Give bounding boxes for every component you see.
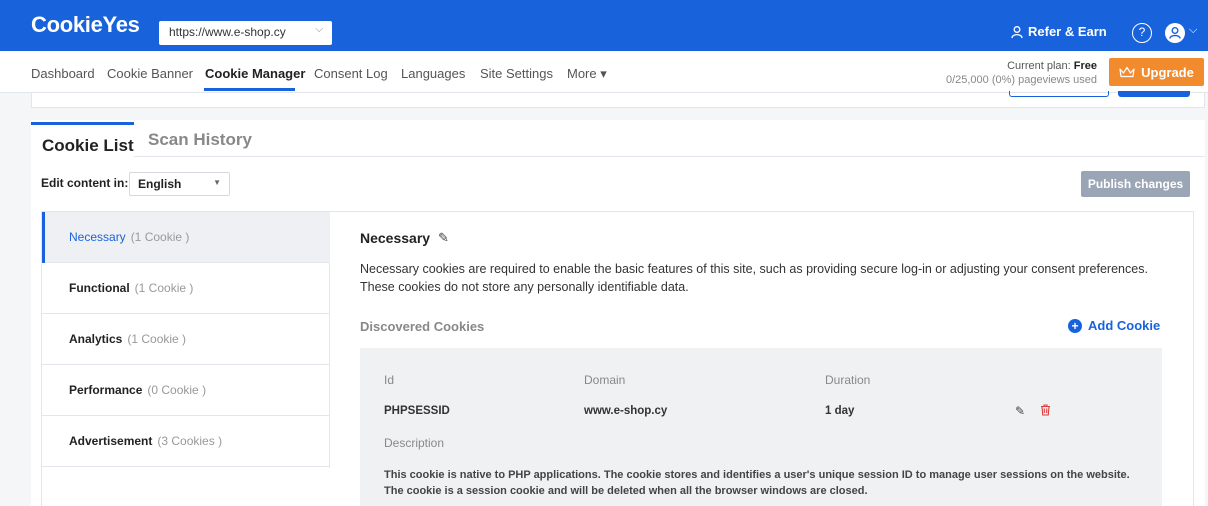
language-select[interactable]: English ▼ [129, 172, 230, 196]
header-domain: Domain [584, 373, 626, 387]
main-nav: Dashboard Cookie Banner Cookie Manager C… [0, 51, 1208, 93]
site-url: https://www.e-shop.cy [169, 25, 286, 39]
top-bar: CookieYes https://www.e-shop.cy ⌵ Refer … [0, 0, 1208, 51]
nav-cookie-banner[interactable]: Cookie Banner [107, 66, 193, 81]
category-count: (1 Cookie ) [130, 230, 190, 244]
refer-earn-label: Refer & Earn [1028, 24, 1107, 39]
category-analytics[interactable]: Analytics (1 Cookie ) [42, 314, 330, 365]
plan-label: Current plan: [1007, 60, 1071, 72]
category-name: Performance [69, 383, 143, 397]
site-select[interactable]: https://www.e-shop.cy ⌵ [159, 21, 332, 45]
header-id: Id [384, 373, 395, 387]
edit-content-label: Edit content in: [41, 176, 129, 190]
logo[interactable]: CookieYes [31, 12, 140, 38]
upgrade-button[interactable]: Upgrade [1109, 58, 1204, 86]
cookie-id: PHPSESSID [384, 405, 450, 417]
category-count: (0 Cookie ) [147, 383, 207, 397]
add-cookie-label: Add Cookie [1088, 318, 1161, 333]
crown-icon [1119, 66, 1135, 78]
upgrade-label: Upgrade [1141, 64, 1194, 80]
edit-icon[interactable]: ✎ [1015, 404, 1025, 418]
cookie-duration: 1 day [825, 405, 855, 417]
cookie-row: Id Domain Duration PHPSESSID www.e-shop.… [360, 348, 1162, 506]
category-count: (3 Cookies ) [157, 434, 223, 448]
add-cookie-button[interactable]: + Add Cookie [1068, 318, 1160, 333]
chevron-down-icon[interactable]: ⌵ [1189, 24, 1197, 37]
nav-cookie-manager[interactable]: Cookie Manager [205, 66, 305, 81]
card-secondary-button[interactable] [1009, 91, 1109, 97]
category-advertisement[interactable]: Advertisement (3 Cookies ) [42, 416, 330, 467]
category-title: Necessary [360, 230, 431, 246]
category-count: (1 Cookie ) [134, 281, 194, 295]
active-nav-indicator [204, 88, 295, 91]
header-duration: Duration [825, 373, 871, 387]
nav-more[interactable]: More ▾ [567, 66, 607, 82]
category-name: Advertisement [69, 434, 153, 448]
plus-circle-icon: + [1068, 318, 1082, 333]
trash-icon[interactable] [1040, 404, 1051, 419]
language-value: English [138, 177, 182, 191]
refer-earn-link[interactable]: Refer & Earn [1010, 24, 1107, 39]
category-name: Analytics [69, 332, 123, 346]
caret-down-icon: ▼ [213, 178, 221, 187]
nav-site-settings[interactable]: Site Settings [480, 66, 553, 81]
description-label: Description [384, 436, 445, 450]
pageviews-used: 0/25,000 (0%) pageviews used [945, 74, 1097, 86]
nav-consent-log[interactable]: Consent Log [314, 66, 388, 81]
category-description: Necessary cookies are required to enable… [360, 262, 1148, 294]
cookie-domain: www.e-shop.cy [584, 405, 668, 417]
user-icon [1169, 26, 1181, 39]
cookie-panel: Necessary (1 Cookie ) Functional (1 Cook… [41, 211, 1194, 506]
overview-card [31, 91, 1205, 108]
category-name: Necessary [69, 230, 126, 244]
category-performance[interactable]: Performance (0 Cookie ) [42, 365, 330, 416]
chevron-down-icon: ⌵ [315, 24, 323, 35]
user-icon [1011, 25, 1023, 38]
cookie-description: This cookie is native to PHP application… [384, 469, 1130, 497]
active-tab-indicator [31, 122, 134, 125]
tab-cookie-list[interactable]: Cookie List [42, 136, 134, 156]
avatar[interactable] [1165, 23, 1185, 43]
category-count: (1 Cookie ) [127, 332, 187, 346]
plan-info: Current plan: Free 0/25,000 (0%) pagevie… [946, 59, 1097, 87]
category-name: Functional [69, 281, 130, 295]
publish-changes-button[interactable]: Publish changes [1081, 171, 1190, 197]
discovered-cookies-label: Discovered Cookies [360, 319, 485, 334]
category-functional[interactable]: Functional (1 Cookie ) [42, 263, 330, 314]
plan-value: Free [1073, 60, 1097, 72]
tab-scan-history[interactable]: Scan History [148, 130, 252, 150]
pencil-icon[interactable]: ✎ [438, 230, 449, 246]
category-necessary[interactable]: Necessary (1 Cookie ) [42, 212, 330, 263]
nav-dashboard[interactable]: Dashboard [31, 66, 95, 81]
cookie-manager-card: Cookie List Scan History Edit content in… [31, 120, 1205, 506]
card-primary-button[interactable] [1118, 91, 1190, 97]
divider [134, 156, 1205, 157]
nav-languages[interactable]: Languages [401, 66, 465, 81]
help-icon[interactable]: ? [1132, 23, 1152, 43]
category-list: Necessary (1 Cookie ) Functional (1 Cook… [42, 212, 330, 468]
